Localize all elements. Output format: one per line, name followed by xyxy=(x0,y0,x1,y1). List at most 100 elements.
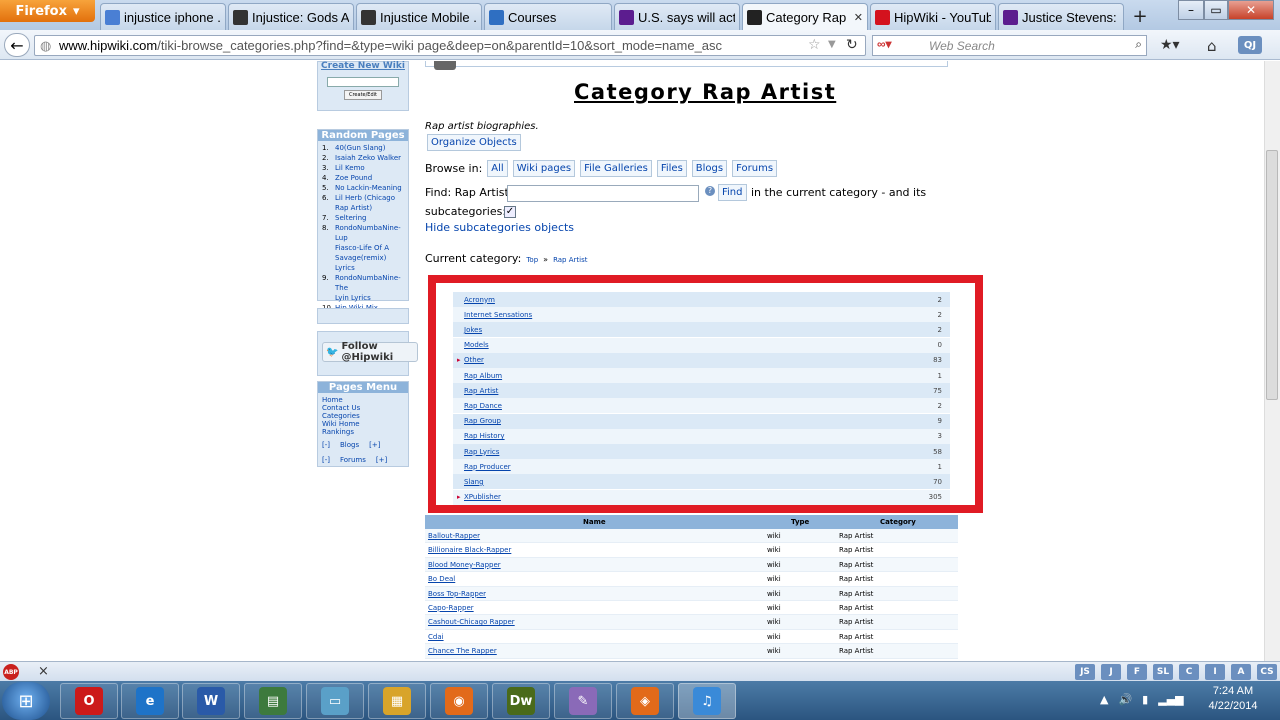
blogs-expand[interactable]: [+] xyxy=(369,441,380,449)
category-link[interactable]: Slang xyxy=(464,478,484,486)
organize-objects-label[interactable]: Organize Objects xyxy=(427,134,521,151)
bookmark-star-icon[interactable]: ☆ xyxy=(808,37,821,53)
taskbar-app-dreamweaver[interactable]: Dw xyxy=(492,683,550,719)
category-link[interactable]: Rap Dance xyxy=(464,402,502,410)
random-page-link[interactable]: Fiasco-Life Of A xyxy=(335,243,389,253)
signal-icon[interactable]: ▂▄▆ xyxy=(1158,693,1183,706)
browser-tab[interactable]: Courses xyxy=(484,3,612,30)
subcategories-checkbox[interactable]: ✓ xyxy=(504,206,516,218)
minimize-button[interactable]: – xyxy=(1178,0,1204,20)
hide-subcategories-link[interactable]: Hide subcategories objects xyxy=(425,221,574,234)
random-page-link[interactable]: Rap Artist) xyxy=(335,203,372,213)
create-edit-button[interactable]: Create/Edit xyxy=(344,90,382,100)
volume-icon[interactable]: 🔊 xyxy=(1118,693,1132,706)
random-page-link[interactable]: RondoNumbaNine-The xyxy=(335,273,405,293)
category-link[interactable]: XPublisher xyxy=(464,493,501,501)
random-page-link[interactable]: 40(Gun Slang) xyxy=(335,143,385,153)
random-page-item[interactable]: Lyin Lyrics xyxy=(322,293,405,303)
category-link[interactable]: Rap Producer xyxy=(464,463,511,471)
random-page-link[interactable]: Lyin Lyrics xyxy=(335,293,371,303)
header-type[interactable]: Type xyxy=(791,518,809,526)
random-page-link[interactable]: Lil Herb (Chicago xyxy=(335,193,395,203)
taskbar-app-internet-explorer[interactable]: e xyxy=(121,683,179,719)
browser-tab[interactable]: HipWiki - YouTube xyxy=(870,3,996,30)
profile-button[interactable]: QJ xyxy=(1238,36,1262,54)
network-icon[interactable]: ▮ xyxy=(1142,693,1148,706)
bookmarks-icon[interactable]: ★▾ xyxy=(1160,37,1180,53)
random-page-item[interactable]: 2. Isaiah Zeko Walker xyxy=(322,153,405,163)
web-search-input[interactable]: ∞▾ Web Search ⌕ xyxy=(872,35,1147,56)
close-window-button[interactable]: ✕ xyxy=(1228,0,1274,20)
category-link[interactable]: Rap Artist xyxy=(464,387,498,395)
forums-collapse[interactable]: [-] xyxy=(322,456,330,464)
category-link[interactable]: Rap Lyrics xyxy=(464,448,499,456)
browse-forums-link[interactable]: Forums xyxy=(732,160,778,177)
maximize-button[interactable]: ▭ xyxy=(1204,0,1228,20)
browser-tab[interactable]: Injustice Mobile ... xyxy=(356,3,482,30)
taskbar-app-itunes[interactable]: ♫ xyxy=(678,683,736,719)
taskbar-app-firefox[interactable]: ◉ xyxy=(430,683,488,719)
system-clock[interactable]: 7:24 AM 4/22/2014 xyxy=(1198,684,1268,714)
random-page-item[interactable]: 7. Seltering xyxy=(322,213,405,223)
random-page-item[interactable]: 6. Lil Herb (Chicago xyxy=(322,193,405,203)
category-link[interactable]: Models xyxy=(464,341,489,349)
blogs-link[interactable]: Blogs xyxy=(340,441,359,449)
pages-menu-link[interactable]: Rankings xyxy=(322,428,404,436)
blogs-collapse[interactable]: [-] xyxy=(322,441,330,449)
breadcrumb-top-link[interactable]: Top xyxy=(526,256,538,264)
category-link[interactable]: Rap Group xyxy=(464,417,501,425)
category-link[interactable]: Internet Sensations xyxy=(464,311,532,319)
random-page-link[interactable]: Seltering xyxy=(335,213,366,223)
random-page-item[interactable]: 5. No Lackin-Meaning xyxy=(322,183,405,193)
random-page-link[interactable]: No Lackin-Meaning xyxy=(335,183,402,193)
scrollbar-thumb[interactable] xyxy=(1266,150,1278,400)
page-name-link[interactable]: Boss Top-Rapper xyxy=(428,590,486,598)
random-page-item[interactable]: 9. RondoNumbaNine-The xyxy=(322,273,405,293)
close-addon-bar-icon[interactable]: × xyxy=(38,664,49,679)
addon-button[interactable]: J xyxy=(1101,664,1121,680)
expand-arrow-icon[interactable]: ▸ xyxy=(457,356,461,364)
random-page-item[interactable]: 8. RondoNumbaNine-Lup xyxy=(322,223,405,243)
addon-button[interactable]: F xyxy=(1127,664,1147,680)
category-link[interactable]: Jokes xyxy=(464,326,482,334)
browser-tab[interactable]: injustice iphone ... xyxy=(100,3,226,30)
help-icon[interactable]: ? xyxy=(705,186,715,196)
firefox-menu-button[interactable]: Firefox ▾ xyxy=(0,0,95,22)
browse-wiki-pages-link[interactable]: Wiki pages xyxy=(512,160,576,177)
random-page-item[interactable]: Rap Artist) xyxy=(322,203,405,213)
page-name-link[interactable]: Billionaire Black-Rapper xyxy=(428,546,511,554)
dropdown-arrow-icon[interactable]: ▼ xyxy=(828,39,836,50)
tray-arrow-icon[interactable]: ▲ xyxy=(1100,693,1108,706)
page-name-link[interactable]: Blood Money-Rapper xyxy=(428,561,501,569)
browse-all-link[interactable]: All xyxy=(487,160,508,177)
random-page-item[interactable]: Lyrics xyxy=(322,263,405,273)
category-link[interactable]: Other xyxy=(464,356,484,364)
random-page-link[interactable]: Lil Kemo xyxy=(335,163,365,173)
category-link[interactable]: Rap History xyxy=(464,432,505,440)
close-tab-icon[interactable]: ✕ xyxy=(851,11,863,24)
browser-tab[interactable]: U.S. says will act '... xyxy=(614,3,740,30)
breadcrumb-current-link[interactable]: Rap Artist xyxy=(553,256,587,264)
random-page-link[interactable]: Savage(remix) xyxy=(335,253,386,263)
header-category[interactable]: Category xyxy=(880,518,916,526)
address-bar[interactable]: ◍ www.hipwiki.com/tiki-browse_categories… xyxy=(34,35,866,56)
reload-icon[interactable]: ↻ xyxy=(846,37,858,53)
taskbar-app-word[interactable]: W xyxy=(182,683,240,719)
header-name[interactable]: Name xyxy=(583,518,606,526)
pages-menu-link[interactable]: Categories xyxy=(322,412,404,420)
page-name-link[interactable]: Bo Deal xyxy=(428,575,455,583)
page-name-link[interactable]: Ballout-Rapper xyxy=(428,532,480,540)
random-page-item[interactable]: 4. Zoe Pound xyxy=(322,173,405,183)
pages-menu-link[interactable]: Wiki Home xyxy=(322,420,404,428)
browse-files-link[interactable]: Files xyxy=(656,160,687,177)
addon-button[interactable]: I xyxy=(1205,664,1225,680)
addon-button[interactable]: A xyxy=(1231,664,1251,680)
find-input[interactable] xyxy=(507,185,699,202)
random-page-item[interactable]: Savage(remix) xyxy=(322,253,405,263)
taskbar-app-opera[interactable]: O xyxy=(60,683,118,719)
adblock-icon[interactable]: ABP xyxy=(3,664,19,680)
page-name-link[interactable]: Cashout-Chicago Rapper xyxy=(428,618,515,626)
back-button[interactable]: ← xyxy=(4,33,30,57)
addon-button[interactable]: C xyxy=(1179,664,1199,680)
category-link[interactable]: Acronym xyxy=(464,296,495,304)
